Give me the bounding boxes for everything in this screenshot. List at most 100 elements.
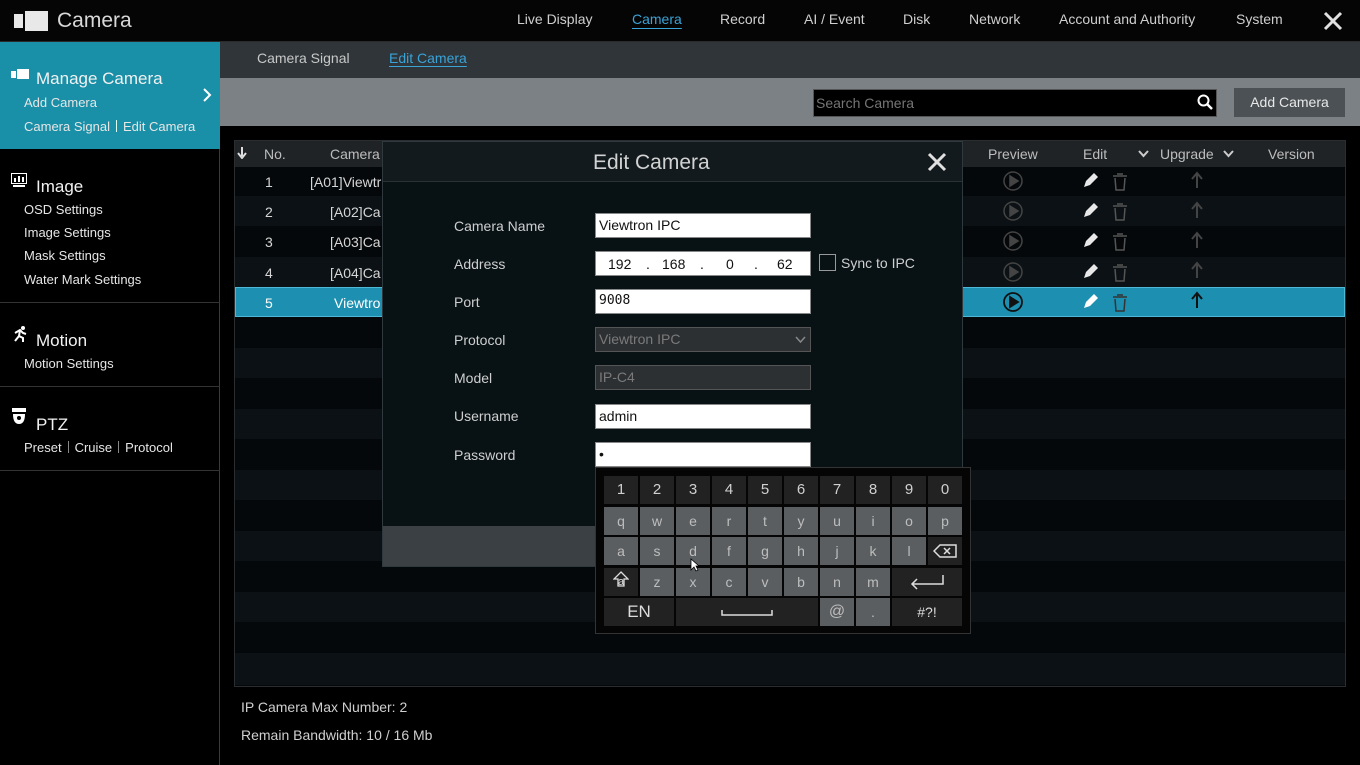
search-icon[interactable] <box>1197 94 1213 110</box>
key-dot[interactable]: . <box>856 598 890 626</box>
key-v[interactable]: v <box>748 568 782 596</box>
sidebar-item-mask-settings[interactable]: Mask Settings <box>24 248 106 263</box>
key-u[interactable]: u <box>820 507 854 535</box>
key-e[interactable]: e <box>676 507 710 535</box>
key-z[interactable]: z <box>640 568 674 596</box>
sidebar-item-osd-settings[interactable]: OSD Settings <box>24 202 103 217</box>
add-camera-button[interactable]: Add Camera <box>1234 88 1345 117</box>
key-i[interactable]: i <box>856 507 890 535</box>
key-n[interactable]: n <box>820 568 854 596</box>
sidebar-item-add-camera[interactable]: Add Camera <box>24 95 97 110</box>
play-icon-selected[interactable] <box>1003 292 1023 312</box>
nav-system[interactable]: System <box>1236 11 1283 27</box>
backspace-key[interactable] <box>928 537 962 565</box>
sidebar-item-protocol[interactable]: Protocol <box>125 440 173 455</box>
nav-live-display[interactable]: Live Display <box>517 11 592 27</box>
shift-key[interactable]: a <box>604 568 638 596</box>
upgrade-arrow-icon[interactable] <box>1191 171 1203 308</box>
delete-trash-icon[interactable] <box>1113 173 1127 312</box>
sidebar-item-preset[interactable]: Preset <box>24 440 62 455</box>
edit-pencil-icon[interactable] <box>1084 173 1098 308</box>
key-y[interactable]: y <box>784 507 818 535</box>
chevron-down-icon[interactable] <box>1223 150 1234 158</box>
ip-segment[interactable]: 62 <box>777 256 793 272</box>
language-key[interactable]: EN <box>604 598 674 626</box>
sidebar-item-cruise[interactable]: Cruise <box>75 440 113 455</box>
key-9[interactable]: 9 <box>892 476 926 504</box>
key-l[interactable]: l <box>892 537 926 565</box>
sidebar-group-motion[interactable]: Motion Motion Settings <box>0 303 220 387</box>
key-8[interactable]: 8 <box>856 476 890 504</box>
key-c[interactable]: c <box>712 568 746 596</box>
key-q[interactable]: q <box>604 507 638 535</box>
chevron-down-icon[interactable] <box>1138 150 1149 158</box>
key-3[interactable]: 3 <box>676 476 710 504</box>
sidebar-item-motion-settings[interactable]: Motion Settings <box>24 356 114 371</box>
tab-camera-signal[interactable]: Camera Signal <box>257 50 350 66</box>
address-field[interactable]: 192 . 168 . 0 . 62 <box>595 251 811 276</box>
key-j[interactable]: j <box>820 537 854 565</box>
key-w[interactable]: w <box>640 507 674 535</box>
username-field[interactable]: admin <box>595 404 811 429</box>
key-p[interactable]: p <box>928 507 962 535</box>
enter-key[interactable] <box>892 568 962 596</box>
key-f[interactable]: f <box>712 537 746 565</box>
sidebar-title-manage-camera[interactable]: Manage Camera <box>36 69 163 89</box>
key-s[interactable]: s <box>640 537 674 565</box>
close-icon[interactable] <box>927 152 947 172</box>
sidebar-item-image-settings[interactable]: Image Settings <box>24 225 111 240</box>
sidebar-item-camera-signal[interactable]: Camera Signal <box>24 119 110 134</box>
key-m[interactable]: m <box>856 568 890 596</box>
sort-arrow-down-icon[interactable] <box>237 147 247 159</box>
key-t[interactable]: t <box>748 507 782 535</box>
ip-segment[interactable]: 0 <box>726 256 734 272</box>
port-field[interactable]: 9008 <box>595 289 811 314</box>
nav-ai-event[interactable]: AI / Event <box>804 11 865 27</box>
close-icon[interactable] <box>1322 10 1344 32</box>
key-5[interactable]: 5 <box>748 476 782 504</box>
space-key[interactable] <box>676 598 818 626</box>
nav-disk[interactable]: Disk <box>903 11 930 27</box>
key-2[interactable]: 2 <box>640 476 674 504</box>
play-icon[interactable] <box>1003 171 1023 282</box>
nav-camera[interactable]: Camera <box>632 11 682 27</box>
sidebar-group-ptz[interactable]: PTZ Preset Cruise Protocol <box>0 387 220 471</box>
sidebar-group-image[interactable]: Image OSD Settings Image Settings Mask S… <box>0 149 220 303</box>
key-x[interactable]: x <box>676 568 710 596</box>
key-7[interactable]: 7 <box>820 476 854 504</box>
key-1[interactable]: 1 <box>604 476 638 504</box>
key-4[interactable]: 4 <box>712 476 746 504</box>
sync-to-ipc-checkbox[interactable] <box>819 254 836 271</box>
search-input[interactable] <box>816 93 1186 113</box>
enter-return-icon <box>910 575 944 590</box>
nav-network[interactable]: Network <box>969 11 1020 27</box>
password-field[interactable]: • <box>595 442 811 467</box>
key-b[interactable]: b <box>784 568 818 596</box>
key-at[interactable]: @ <box>820 598 854 626</box>
camera-name-field[interactable]: Viewtron IPC <box>595 213 811 238</box>
key-0[interactable]: 0 <box>928 476 962 504</box>
nav-record[interactable]: Record <box>720 11 765 27</box>
sidebar-title-image[interactable]: Image <box>36 177 83 197</box>
sidebar-item-edit-camera[interactable]: Edit Camera <box>123 119 195 134</box>
key-k[interactable]: k <box>856 537 890 565</box>
ip-dot: . <box>700 256 704 272</box>
sidebar-title-ptz[interactable]: PTZ <box>36 415 68 435</box>
key-a[interactable]: a <box>604 537 638 565</box>
ip-segment[interactable]: 192 <box>608 256 631 272</box>
search-field[interactable] <box>813 89 1217 117</box>
tab-edit-camera[interactable]: Edit Camera <box>389 50 467 66</box>
key-h[interactable]: h <box>784 537 818 565</box>
sidebar-group-manage-camera[interactable]: Manage Camera Add Camera Camera Signal Ed… <box>0 42 220 149</box>
key-6[interactable]: 6 <box>784 476 818 504</box>
ip-segment[interactable]: 168 <box>662 256 685 272</box>
model-field: IP-C4 <box>595 365 811 390</box>
key-g[interactable]: g <box>748 537 782 565</box>
sidebar-item-water-mark-settings[interactable]: Water Mark Settings <box>24 272 141 287</box>
key-r[interactable]: r <box>712 507 746 535</box>
bandwidth-text: Remain Bandwidth: 10 / 16 Mb <box>241 727 433 743</box>
key-o[interactable]: o <box>892 507 926 535</box>
symbols-key[interactable]: #?! <box>892 598 962 626</box>
sidebar-title-motion[interactable]: Motion <box>36 331 87 351</box>
nav-account-authority[interactable]: Account and Authority <box>1059 11 1195 27</box>
